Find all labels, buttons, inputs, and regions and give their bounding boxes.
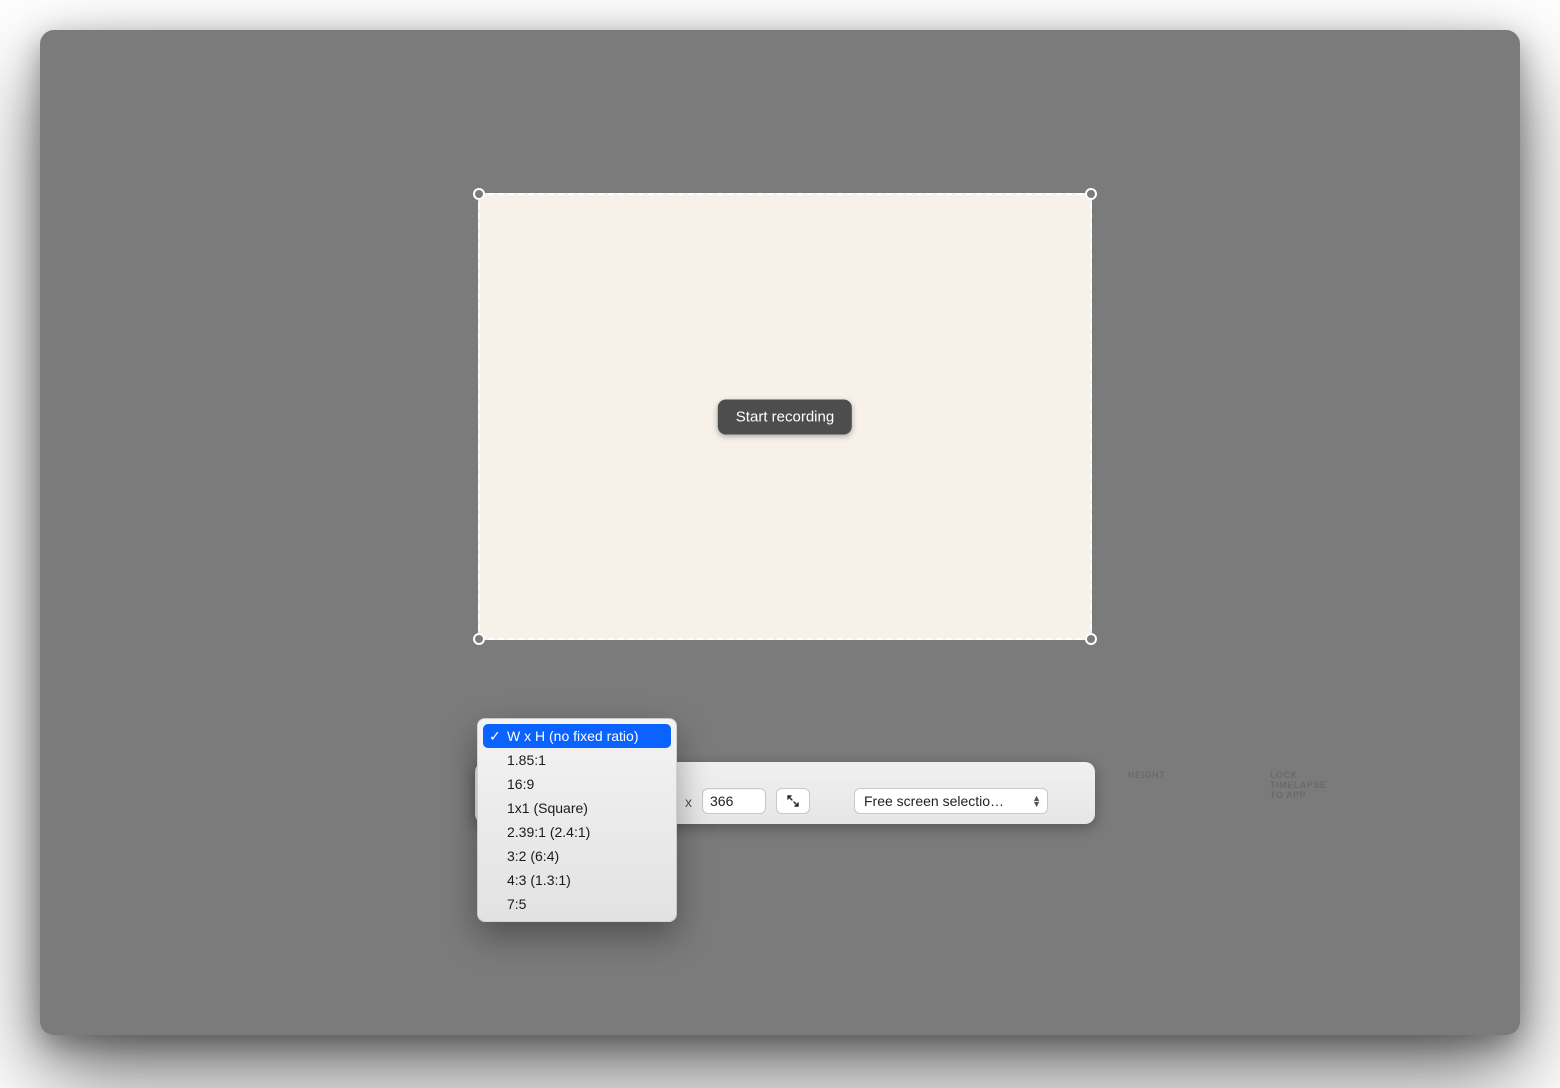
aspect-ratio-option[interactable]: 3:2 (6:4) <box>483 844 671 868</box>
app-window: Start recording HEIGHT LOCK TIMELAPSE TO… <box>40 30 1520 1035</box>
aspect-ratio-option[interactable]: 7:5 <box>483 892 671 916</box>
dimension-separator: x <box>685 794 692 814</box>
resize-handle-bl[interactable] <box>473 633 485 645</box>
swap-dimensions-button[interactable] <box>776 788 810 814</box>
aspect-ratio-option[interactable]: 4:3 (1.3:1) <box>483 868 671 892</box>
capture-area[interactable]: Start recording <box>478 193 1092 640</box>
lock-label: LOCK TIMELAPSE TO APP <box>1270 770 1326 800</box>
resize-handle-tr[interactable] <box>1085 188 1097 200</box>
aspect-ratio-menu[interactable]: W x H (no fixed ratio)1.85:116:91x1 (Squ… <box>477 718 677 922</box>
height-input[interactable] <box>702 788 766 814</box>
height-label: HEIGHT <box>1128 770 1165 780</box>
aspect-ratio-option[interactable]: W x H (no fixed ratio) <box>483 724 671 748</box>
start-recording-button[interactable]: Start recording <box>718 399 852 434</box>
aspect-ratio-option[interactable]: 16:9 <box>483 772 671 796</box>
aspect-ratio-option[interactable]: 2.39:1 (2.4:1) <box>483 820 671 844</box>
swap-arrows-icon <box>785 793 801 809</box>
lock-app-value: Free screen selectio… <box>864 793 1004 809</box>
aspect-ratio-option[interactable]: 1x1 (Square) <box>483 796 671 820</box>
resize-handle-br[interactable] <box>1085 633 1097 645</box>
lock-app-select[interactable]: Free screen selectio… ▲▼ <box>854 788 1048 814</box>
aspect-ratio-option[interactable]: 1.85:1 <box>483 748 671 772</box>
resize-handle-tl[interactable] <box>473 188 485 200</box>
stepper-icon: ▲▼ <box>1032 795 1041 807</box>
